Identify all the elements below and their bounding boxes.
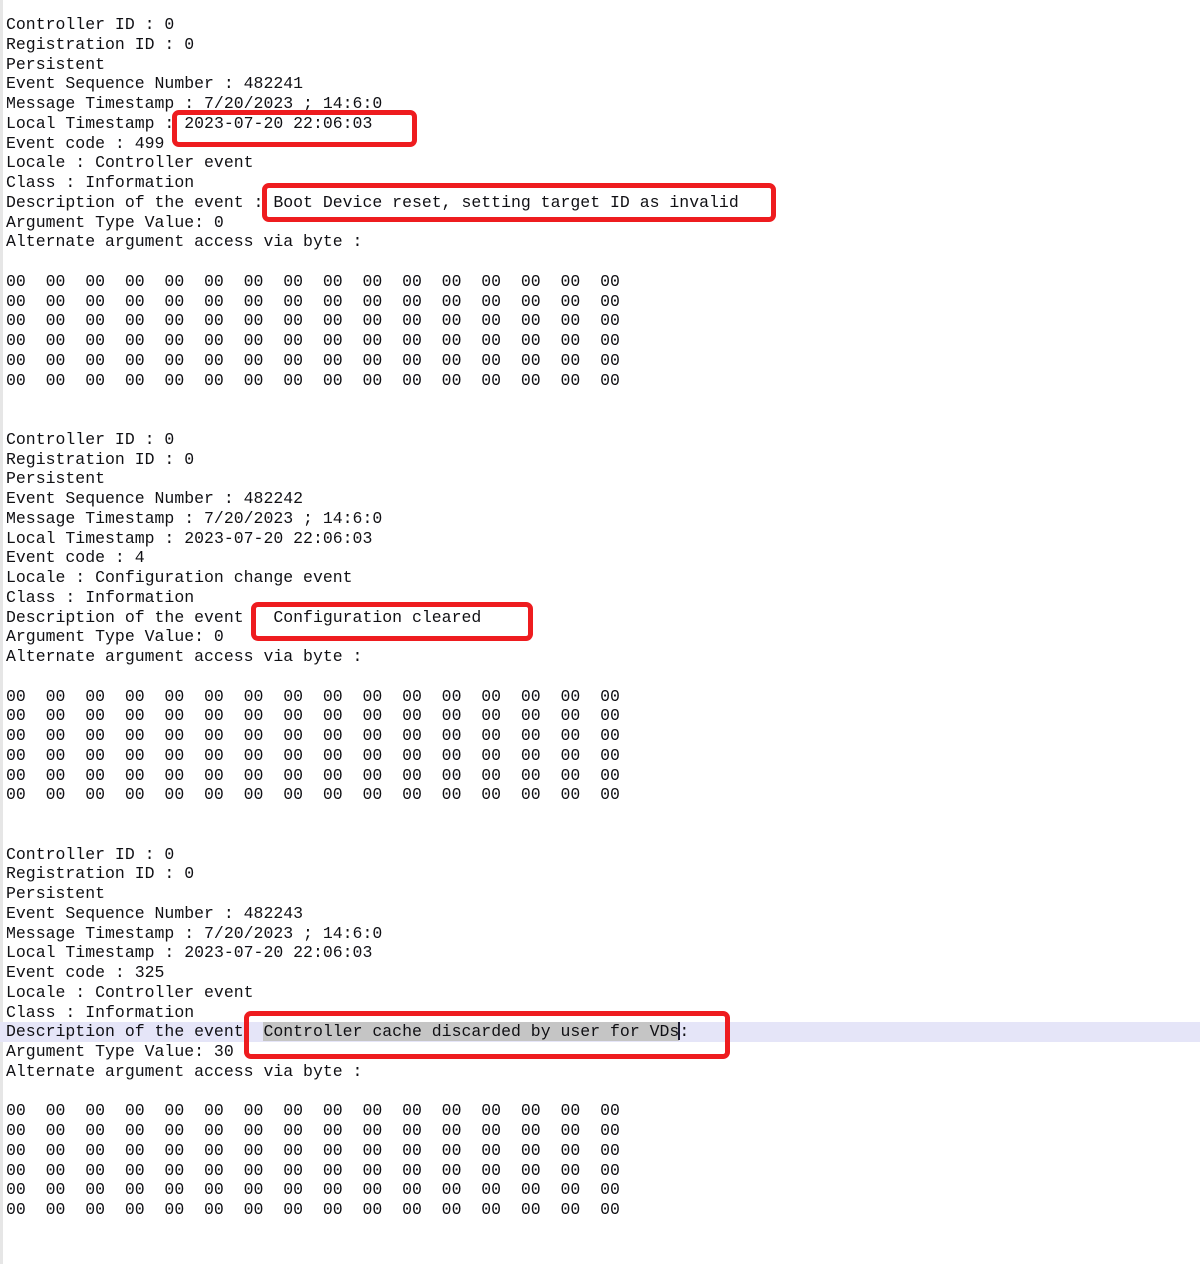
hex-row: 00 00 00 00 00 00 00 00 00 00 00 00 00 0… — [6, 1141, 1200, 1161]
description-value-highlighted: Controller cache discarded by user for V… — [263, 1022, 679, 1041]
line-event-code: Event code : 499 — [6, 134, 1200, 154]
line-event-sequence-number: Event Sequence Number : 482243 — [6, 904, 1200, 924]
line-argument-type-value: Argument Type Value: 0 — [6, 627, 1200, 647]
local-timestamp-label: Local Timestamp : — [6, 529, 184, 548]
description-suffix: : — [679, 1022, 689, 1041]
hex-row: 00 00 00 00 00 00 00 00 00 00 00 00 00 0… — [6, 785, 1200, 805]
line-registration-id: Registration ID : 0 — [6, 450, 1200, 470]
local-timestamp-label: Local Timestamp : — [6, 114, 184, 133]
local-timestamp-value: 2023-07-20 22:06:03 — [184, 114, 372, 133]
hex-row: 00 00 00 00 00 00 00 00 00 00 00 00 00 0… — [6, 726, 1200, 746]
hex-row: 00 00 00 00 00 00 00 00 00 00 00 00 00 0… — [6, 1101, 1200, 1121]
blank-line — [6, 805, 1200, 825]
event-record-1: Controller ID : 0 Registration ID : 0 Pe… — [6, 15, 1200, 430]
event-record-3: Controller ID : 0 Registration ID : 0 Pe… — [6, 845, 1200, 1220]
line-event-sequence-number: Event Sequence Number : 482241 — [6, 74, 1200, 94]
description-label: Description of the event — [6, 608, 273, 627]
hex-row: 00 00 00 00 00 00 00 00 00 00 00 00 00 0… — [6, 351, 1200, 371]
line-class: Class : Information — [6, 1003, 1200, 1023]
blank-line — [6, 252, 1200, 272]
line-argument-type-value: Argument Type Value: 0 — [6, 213, 1200, 233]
hex-row: 00 00 00 00 00 00 00 00 00 00 00 00 00 0… — [6, 331, 1200, 351]
line-locale: Locale : Controller event — [6, 983, 1200, 1003]
line-message-timestamp: Message Timestamp : 7/20/2023 ; 14:6:0 — [6, 924, 1200, 944]
hex-row: 00 00 00 00 00 00 00 00 00 00 00 00 00 0… — [6, 1200, 1200, 1220]
hex-row: 00 00 00 00 00 00 00 00 00 00 00 00 00 0… — [6, 687, 1200, 707]
hex-row: 00 00 00 00 00 00 00 00 00 00 00 00 00 0… — [6, 1180, 1200, 1200]
hex-row: 00 00 00 00 00 00 00 00 00 00 00 00 00 0… — [6, 1161, 1200, 1181]
line-class: Class : Information — [6, 588, 1200, 608]
local-timestamp-label: Local Timestamp : — [6, 943, 184, 962]
line-description: Description of the event : Boot Device r… — [6, 193, 1200, 213]
blank-line — [6, 410, 1200, 430]
line-alternate-argument: Alternate argument access via byte : — [6, 232, 1200, 252]
line-argument-type-value: Argument Type Value: 30 — [6, 1042, 1200, 1062]
line-description: Description of the event Configuration c… — [6, 608, 1200, 628]
hex-row: 00 00 00 00 00 00 00 00 00 00 00 00 00 0… — [6, 766, 1200, 786]
blank-line — [6, 825, 1200, 845]
hex-row: 00 00 00 00 00 00 00 00 00 00 00 00 00 0… — [6, 1121, 1200, 1141]
line-message-timestamp: Message Timestamp : 7/20/2023 ; 14:6:0 — [6, 94, 1200, 114]
description-label: Description of the event : — [6, 193, 273, 212]
line-description-selected[interactable]: Description of the event Controller cach… — [0, 1022, 1200, 1042]
line-persistent: Persistent — [6, 55, 1200, 75]
line-persistent: Persistent — [6, 469, 1200, 489]
hex-row: 00 00 00 00 00 00 00 00 00 00 00 00 00 0… — [6, 311, 1200, 331]
line-registration-id: Registration ID : 0 — [6, 864, 1200, 884]
line-controller-id: Controller ID : 0 — [6, 15, 1200, 35]
hex-row: 00 00 00 00 00 00 00 00 00 00 00 00 00 0… — [6, 292, 1200, 312]
description-label: Description of the event — [6, 1022, 263, 1041]
hex-row: 00 00 00 00 00 00 00 00 00 00 00 00 00 0… — [6, 746, 1200, 766]
line-registration-id: Registration ID : 0 — [6, 35, 1200, 55]
line-event-code: Event code : 325 — [6, 963, 1200, 983]
line-controller-id: Controller ID : 0 — [6, 430, 1200, 450]
blank-line — [6, 667, 1200, 687]
line-class: Class : Information — [6, 173, 1200, 193]
local-timestamp-value: 2023-07-20 22:06:03 — [184, 943, 372, 962]
hex-dump: 00 00 00 00 00 00 00 00 00 00 00 00 00 0… — [6, 272, 1200, 391]
line-locale: Locale : Controller event — [6, 153, 1200, 173]
description-value: Boot Device reset, setting target ID as … — [273, 193, 738, 212]
hex-row: 00 00 00 00 00 00 00 00 00 00 00 00 00 0… — [6, 272, 1200, 292]
blank-line — [6, 390, 1200, 410]
event-log-text-area[interactable]: Controller ID : 0 Registration ID : 0 Pe… — [0, 0, 1200, 1220]
line-message-timestamp: Message Timestamp : 7/20/2023 ; 14:6:0 — [6, 509, 1200, 529]
line-local-timestamp: Local Timestamp : 2023-07-20 22:06:03 — [6, 114, 1200, 134]
hex-row: 00 00 00 00 00 00 00 00 00 00 00 00 00 0… — [6, 706, 1200, 726]
line-local-timestamp: Local Timestamp : 2023-07-20 22:06:03 — [6, 529, 1200, 549]
line-event-code: Event code : 4 — [6, 548, 1200, 568]
line-controller-id: Controller ID : 0 — [6, 845, 1200, 865]
event-record-2: Controller ID : 0 Registration ID : 0 Pe… — [6, 430, 1200, 845]
local-timestamp-value: 2023-07-20 22:06:03 — [184, 529, 372, 548]
line-persistent: Persistent — [6, 884, 1200, 904]
hex-row: 00 00 00 00 00 00 00 00 00 00 00 00 00 0… — [6, 371, 1200, 391]
hex-dump: 00 00 00 00 00 00 00 00 00 00 00 00 00 0… — [6, 1101, 1200, 1220]
hex-dump: 00 00 00 00 00 00 00 00 00 00 00 00 00 0… — [6, 687, 1200, 806]
line-alternate-argument: Alternate argument access via byte : — [6, 647, 1200, 667]
line-alternate-argument: Alternate argument access via byte : — [6, 1062, 1200, 1082]
line-locale: Locale : Configuration change event — [6, 568, 1200, 588]
blank-line — [6, 1082, 1200, 1102]
line-local-timestamp: Local Timestamp : 2023-07-20 22:06:03 — [6, 943, 1200, 963]
line-event-sequence-number: Event Sequence Number : 482242 — [6, 489, 1200, 509]
description-value: Configuration cleared — [273, 608, 481, 627]
